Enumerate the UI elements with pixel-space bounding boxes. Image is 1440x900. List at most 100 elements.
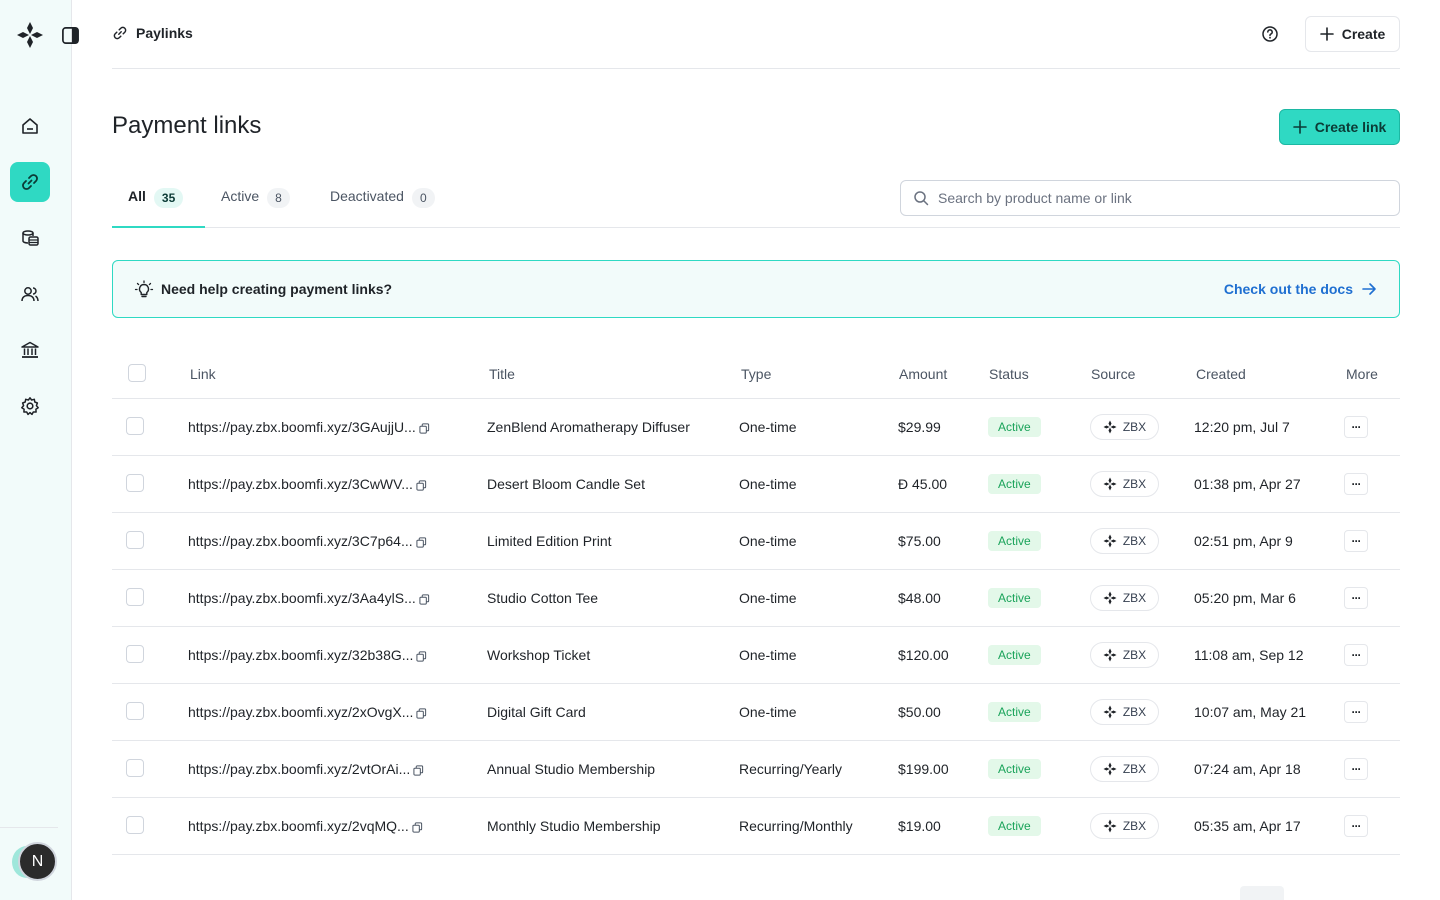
copy-icon[interactable] — [412, 822, 423, 833]
link-url[interactable]: https://pay.zbx.boomfi.xyz/3GAujjU... — [188, 419, 416, 435]
link-url[interactable]: https://pay.zbx.boomfi.xyz/2xOvgX... — [188, 704, 413, 720]
amount-cell: $199.00 — [898, 761, 949, 777]
avatar[interactable]: N — [18, 842, 57, 881]
sidebar-item-customers[interactable] — [10, 274, 50, 314]
status-badge: Active — [988, 474, 1041, 494]
column-header[interactable]: Status — [989, 366, 1029, 382]
amount-cell: $120.00 — [898, 647, 949, 663]
status-badge: Active — [988, 588, 1041, 608]
table-row[interactable]: https://pay.zbx.boomfi.xyz/2vtOrAi... An… — [112, 741, 1400, 798]
select-all-checkbox[interactable] — [128, 364, 146, 382]
tab-active[interactable]: Active 8 — [221, 180, 290, 228]
link-cell[interactable]: https://pay.zbx.boomfi.xyz/3C7p64... — [188, 533, 427, 549]
docs-link[interactable]: Check out the docs — [1224, 281, 1377, 297]
arrow-right-icon — [1362, 283, 1376, 295]
created-cell: 12:20 pm, Jul 7 — [1194, 419, 1290, 435]
copy-icon[interactable] — [419, 594, 430, 605]
column-header[interactable]: Amount — [899, 366, 947, 382]
row-checkbox[interactable] — [126, 759, 144, 777]
link-url[interactable]: https://pay.zbx.boomfi.xyz/3Aa4ylS... — [188, 590, 416, 606]
row-checkbox[interactable] — [126, 531, 144, 549]
search-box — [900, 180, 1400, 216]
sidebar-item-banking[interactable] — [10, 330, 50, 370]
search-input[interactable] — [938, 190, 1399, 206]
link-url[interactable]: https://pay.zbx.boomfi.xyz/2vtOrAi... — [188, 761, 410, 777]
copy-icon[interactable] — [416, 480, 427, 491]
link-cell[interactable]: https://pay.zbx.boomfi.xyz/2vtOrAi... — [188, 761, 424, 777]
copy-icon[interactable] — [416, 708, 427, 719]
copy-icon[interactable] — [413, 765, 424, 776]
status-badge: Active — [988, 417, 1041, 437]
link-cell[interactable]: https://pay.zbx.boomfi.xyz/2vqMQ... — [188, 818, 423, 834]
create-link-button[interactable]: Create link — [1279, 109, 1400, 145]
sidebar-item-paylinks[interactable] — [10, 162, 50, 202]
payment-links-table: Link Title Type Amount Status Source Cre… — [112, 350, 1400, 855]
more-actions-button[interactable]: ··· — [1344, 644, 1368, 666]
row-checkbox[interactable] — [126, 474, 144, 492]
tab-count: 0 — [411, 188, 435, 208]
source-badge: ZBX — [1090, 813, 1159, 839]
table-row[interactable]: https://pay.zbx.boomfi.xyz/2vqMQ... Mont… — [112, 798, 1400, 855]
copy-icon[interactable] — [419, 423, 430, 434]
more-actions-button[interactable]: ··· — [1344, 815, 1368, 837]
copy-icon[interactable] — [416, 651, 427, 662]
link-cell[interactable]: https://pay.zbx.boomfi.xyz/3Aa4ylS... — [188, 590, 430, 606]
tab-all[interactable]: All 35 — [112, 180, 205, 228]
more-actions-button[interactable]: ··· — [1344, 587, 1368, 609]
help-icon[interactable] — [1260, 24, 1280, 44]
row-checkbox[interactable] — [126, 816, 144, 834]
table-row[interactable]: https://pay.zbx.boomfi.xyz/3GAujjU... Ze… — [112, 399, 1400, 456]
more-actions-button[interactable]: ··· — [1344, 701, 1368, 723]
column-header[interactable]: Link — [190, 366, 216, 382]
table-row[interactable]: https://pay.zbx.boomfi.xyz/2xOvgX... Dig… — [112, 684, 1400, 741]
sidebar-toggle-icon[interactable] — [61, 26, 80, 45]
link-cell[interactable]: https://pay.zbx.boomfi.xyz/3GAujjU... — [188, 419, 430, 435]
row-checkbox[interactable] — [126, 417, 144, 435]
sidebar-item-home[interactable] — [10, 106, 50, 146]
amount-cell: Đ 45.00 — [898, 476, 948, 492]
link-cell[interactable]: https://pay.zbx.boomfi.xyz/32b38G... — [188, 647, 427, 663]
zbx-logo-icon — [1103, 534, 1117, 548]
breadcrumb-label: Paylinks — [136, 25, 193, 41]
column-header[interactable]: Type — [741, 366, 771, 382]
table-row[interactable]: https://pay.zbx.boomfi.xyz/3C7p64... Lim… — [112, 513, 1400, 570]
table-body: https://pay.zbx.boomfi.xyz/3GAujjU... Ze… — [112, 399, 1400, 855]
link-url[interactable]: https://pay.zbx.boomfi.xyz/3C7p64... — [188, 533, 413, 549]
link-url[interactable]: https://pay.zbx.boomfi.xyz/32b38G... — [188, 647, 413, 663]
column-header[interactable]: Source — [1091, 366, 1135, 382]
sidebar-item-settings[interactable] — [10, 386, 50, 426]
status-badge: Active — [988, 531, 1041, 551]
sidebar-item-payments[interactable] — [10, 218, 50, 258]
row-checkbox[interactable] — [126, 588, 144, 606]
more-actions-button[interactable]: ··· — [1344, 416, 1368, 438]
link-cell[interactable]: https://pay.zbx.boomfi.xyz/2xOvgX... — [188, 704, 427, 720]
table-row[interactable]: https://pay.zbx.boomfi.xyz/32b38G... Wor… — [112, 627, 1400, 684]
table-row[interactable]: https://pay.zbx.boomfi.xyz/3CwWV... Dese… — [112, 456, 1400, 513]
more-actions-button[interactable]: ··· — [1344, 473, 1368, 495]
tab-count: 8 — [267, 188, 290, 208]
source-badge: ZBX — [1090, 699, 1159, 725]
more-actions-button[interactable]: ··· — [1344, 758, 1368, 780]
more-actions-button[interactable]: ··· — [1344, 530, 1368, 552]
sidebar-divider — [0, 827, 58, 828]
page-title: Payment links — [112, 112, 262, 139]
lightbulb-icon — [134, 280, 154, 298]
link-url[interactable]: https://pay.zbx.boomfi.xyz/2vqMQ... — [188, 818, 409, 834]
zbx-logo-icon — [1103, 819, 1117, 833]
column-header[interactable]: Created — [1196, 366, 1246, 382]
title-cell: Monthly Studio Membership — [487, 818, 661, 834]
link-cell[interactable]: https://pay.zbx.boomfi.xyz/3CwWV... — [188, 476, 427, 492]
create-button[interactable]: Create — [1305, 16, 1400, 52]
copy-icon[interactable] — [416, 537, 427, 548]
column-header[interactable]: Title — [489, 366, 515, 382]
brand-logo-icon[interactable] — [16, 21, 44, 49]
source-badge: ZBX — [1090, 471, 1159, 497]
row-checkbox[interactable] — [126, 645, 144, 663]
tab-deactivated[interactable]: Deactivated 0 — [330, 180, 435, 228]
row-checkbox[interactable] — [126, 702, 144, 720]
pagination-button[interactable] — [1240, 886, 1284, 900]
table-row[interactable]: https://pay.zbx.boomfi.xyz/3Aa4ylS... St… — [112, 570, 1400, 627]
source-badge: ZBX — [1090, 528, 1159, 554]
link-url[interactable]: https://pay.zbx.boomfi.xyz/3CwWV... — [188, 476, 413, 492]
table-header: Link Title Type Amount Status Source Cre… — [112, 350, 1400, 399]
